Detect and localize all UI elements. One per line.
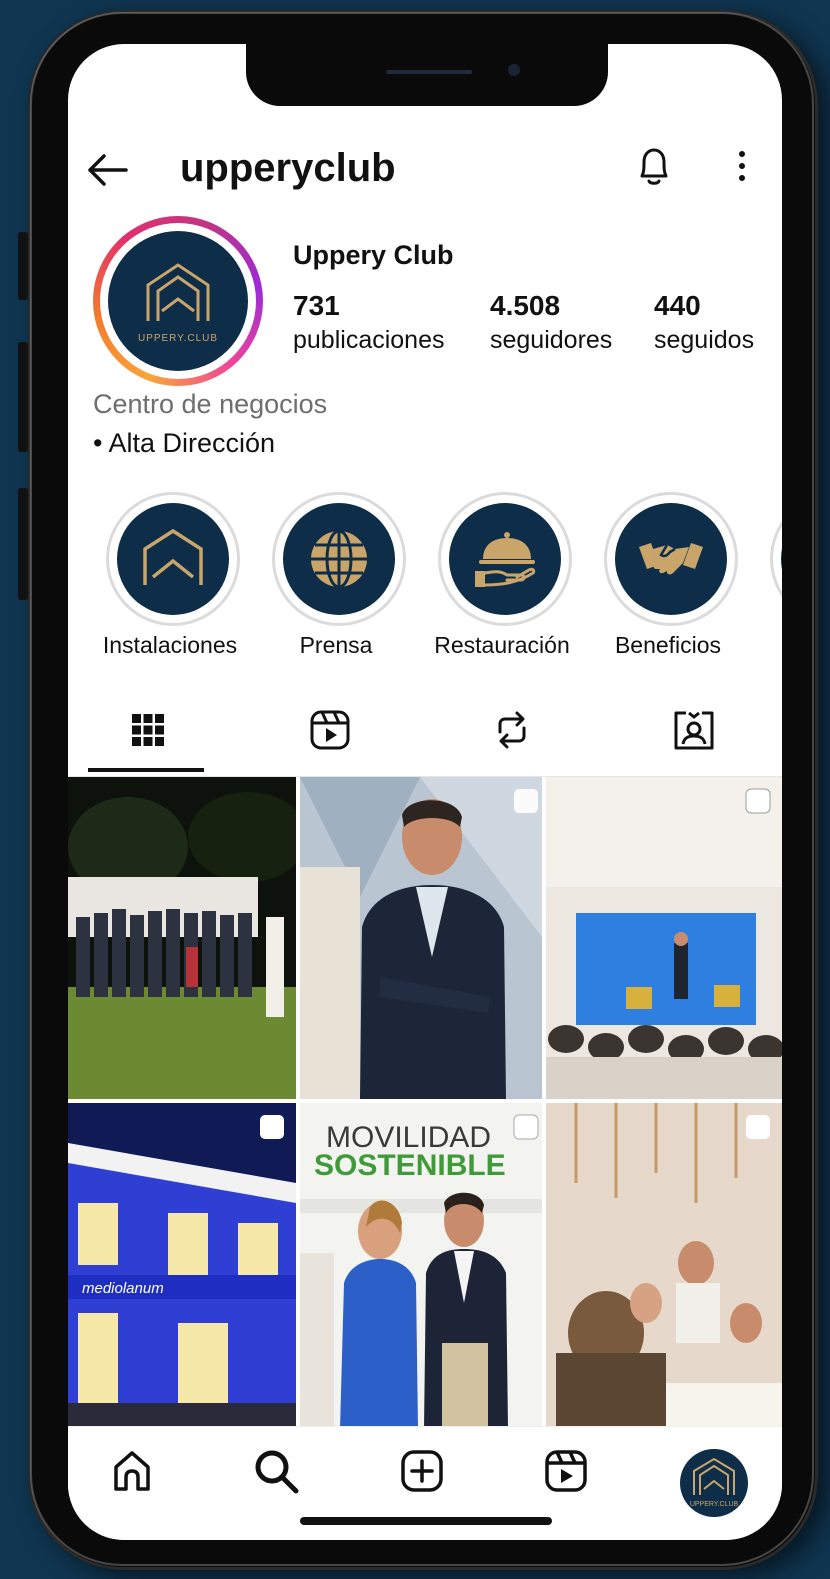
reposts-icon [498, 711, 526, 749]
highlight-label: Beneficios [614, 632, 722, 658]
post-tile-3[interactable] [546, 777, 782, 1099]
avatar-brand-text: UPPERY.CLUB [137, 333, 219, 344]
tab-tagged[interactable] [672, 708, 732, 752]
phone-screen: upperyclub UPPERY.CLUB Uppery Club 731 p… [68, 44, 782, 1540]
avatar-gap: UPPERY.CLUB [100, 223, 256, 379]
highlight-cover [615, 503, 727, 615]
post-tile-2[interactable] [300, 777, 542, 1099]
post-image-dining [546, 1103, 782, 1429]
avatar: UPPERY.CLUB [108, 231, 248, 371]
highlight-label: Restauración [434, 632, 570, 658]
cloche-icon [475, 532, 536, 587]
highlight-ring [106, 492, 240, 626]
reels-nav-icon[interactable] [542, 1447, 590, 1495]
bottom-navigation: UPPERY.CLUB [68, 1426, 782, 1540]
post-image-portrait [300, 777, 542, 1099]
tagged-icon [674, 711, 714, 750]
profile-tabs [68, 696, 782, 777]
stat-posts[interactable]: 731 publicaciones [293, 290, 445, 355]
post-tile-4[interactable]: mediolanum [68, 1103, 296, 1429]
more-options-icon[interactable] [732, 146, 752, 186]
highlight-cover [449, 503, 561, 615]
post-tile-6[interactable] [546, 1103, 782, 1429]
stat-following-label: seguidos [654, 326, 755, 354]
highlight-cover [283, 503, 395, 615]
globe-icon [311, 529, 367, 589]
page-title-username: upperyclub [180, 146, 396, 190]
notch [246, 44, 608, 106]
stat-followers[interactable]: 4.508 seguidores [490, 290, 612, 355]
stat-following-value: 440 [654, 290, 701, 321]
profile-nav-avatar[interactable]: UPPERY.CLUB [680, 1449, 748, 1517]
profile-display-name: Uppery Club [293, 240, 454, 270]
highlight-ring [272, 492, 406, 626]
highlight-label: Instalaciones [102, 632, 238, 658]
highlight-cover [781, 503, 782, 615]
posts-grid: mediolanum MOVILIDAD SOSTENIBLE [68, 777, 782, 1429]
tile-5-headline-2: SOSTENIBLE [314, 1149, 506, 1182]
post-image-group-night [68, 777, 296, 1099]
handshake-icon [639, 543, 703, 575]
bio-category: Centro de negocios [93, 389, 328, 419]
stat-followers-label: seguidores [490, 326, 613, 354]
tab-reels[interactable] [308, 708, 368, 752]
highlight-ring [604, 492, 738, 626]
reels-icon [310, 710, 350, 750]
story-highlights: Instalaciones Prensa Restauración Benefi… [68, 492, 782, 672]
speaker [386, 70, 472, 74]
home-icon[interactable] [108, 1447, 156, 1495]
home-indicator[interactable] [300, 1517, 552, 1525]
bell-icon[interactable] [634, 144, 674, 188]
post-tile-1[interactable] [68, 777, 296, 1099]
front-camera [508, 64, 520, 76]
phone-mute-switch [18, 232, 28, 300]
create-icon[interactable] [398, 1447, 446, 1495]
house-logo-icon [143, 528, 203, 585]
highlight-ring [770, 492, 782, 626]
highlight-cover [117, 503, 229, 615]
back-arrow-icon[interactable] [86, 152, 130, 188]
active-tab-indicator [88, 768, 204, 772]
phone-volume-up [18, 342, 28, 452]
tab-grid[interactable] [126, 708, 186, 752]
nav-avatar-brand-text: UPPERY.CLUB [690, 1501, 739, 1508]
grid-icon [132, 714, 164, 746]
tile-4-sign-text: mediolanum [82, 1280, 164, 1297]
highlight-label: Prensa [299, 632, 373, 658]
tab-reposts[interactable] [490, 708, 550, 752]
phone-volume-down [18, 488, 28, 600]
uppery-logo-small-icon: UPPERY.CLUB [690, 1457, 739, 1508]
post-image-conference [546, 777, 782, 1099]
bio-text: • Alta Dirección [93, 428, 276, 458]
post-image-building: mediolanum [68, 1103, 296, 1429]
profile-header: upperyclub [68, 140, 782, 200]
search-icon[interactable] [252, 1447, 300, 1495]
stat-posts-label: publicaciones [293, 326, 445, 354]
stat-posts-value: 731 [293, 290, 340, 321]
post-image-event-banner: MOVILIDAD SOSTENIBLE [300, 1103, 542, 1429]
stat-following[interactable]: 440 seguidos [654, 290, 754, 355]
post-tile-5[interactable]: MOVILIDAD SOSTENIBLE [300, 1103, 542, 1429]
avatar-story-ring[interactable]: UPPERY.CLUB [93, 216, 263, 386]
uppery-logo-icon [146, 263, 210, 321]
stat-followers-value: 4.508 [490, 290, 561, 321]
highlight-ring [438, 492, 572, 626]
